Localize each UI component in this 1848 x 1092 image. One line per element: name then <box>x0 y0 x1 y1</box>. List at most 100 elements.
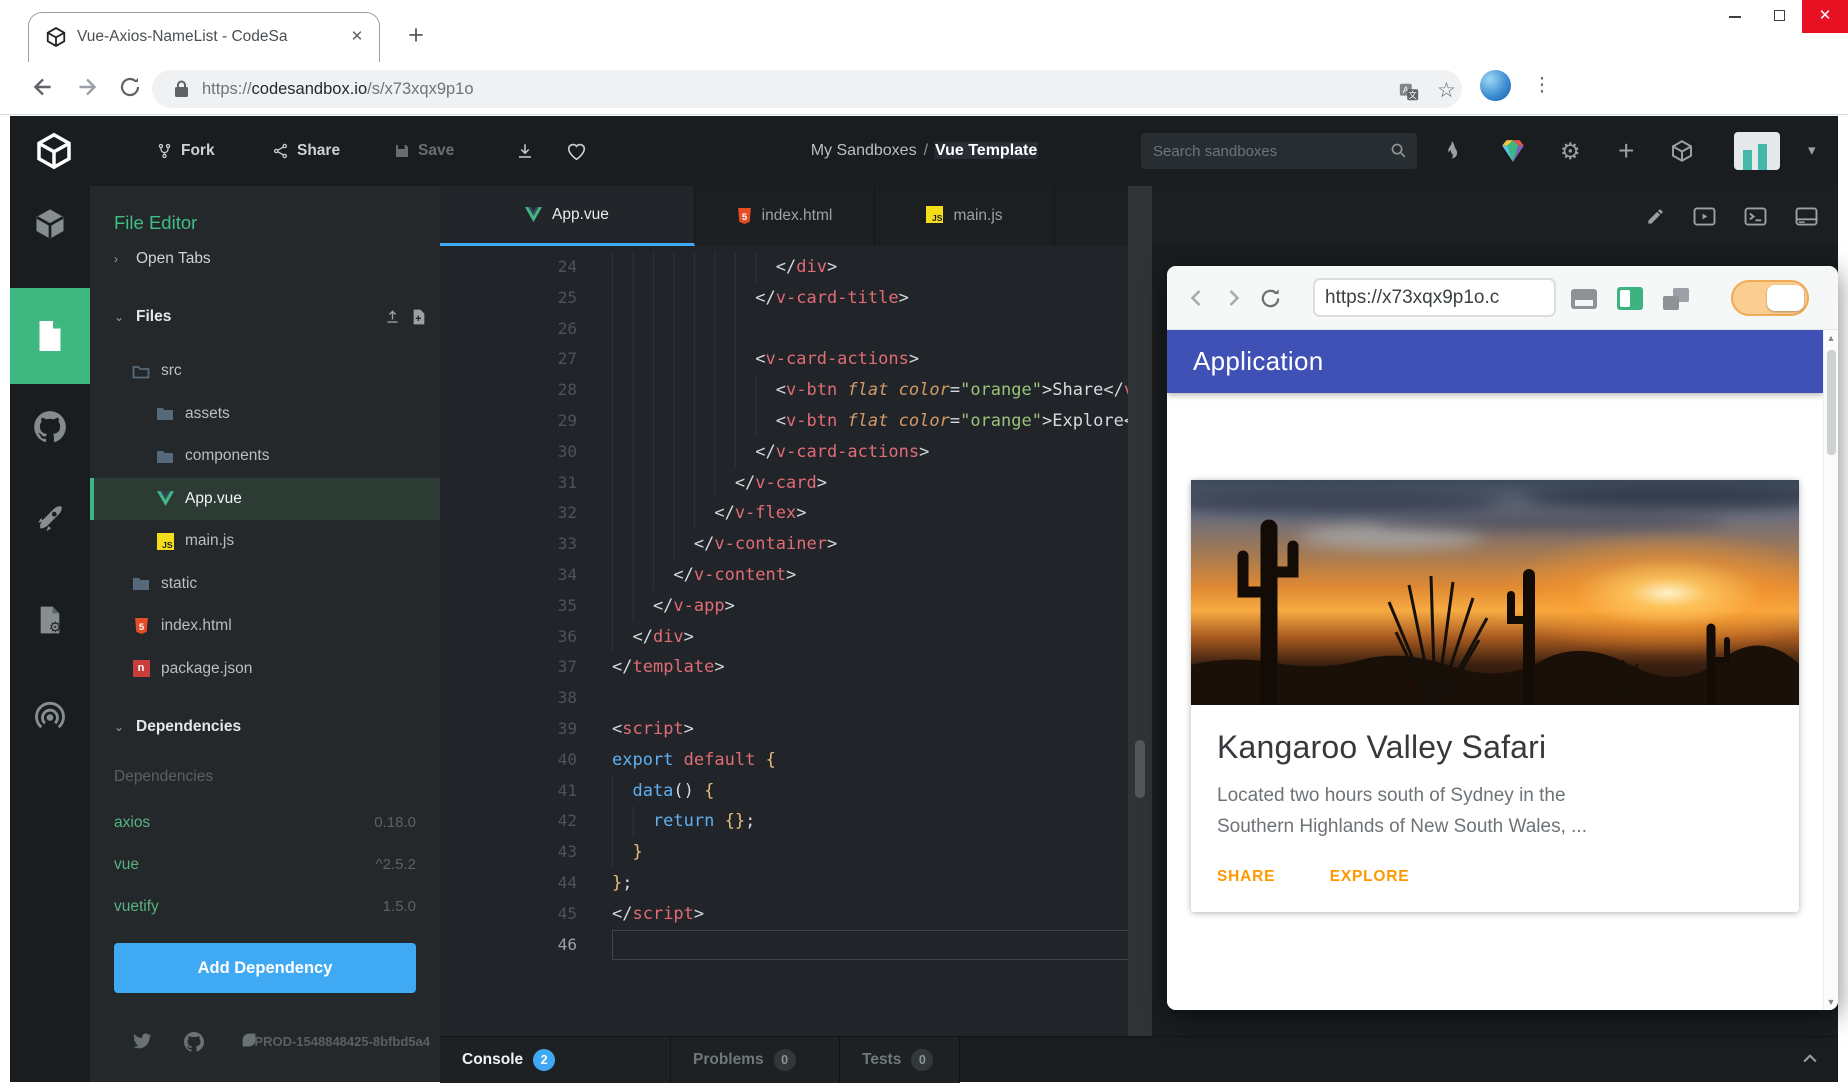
files-section[interactable]: ⌄ Files <box>90 302 440 332</box>
file-tree-item-src[interactable]: src <box>90 350 440 393</box>
devtools-tab-tests[interactable]: Tests0 <box>840 1037 960 1083</box>
code-line[interactable]: 29<v-btn flat color="orange">Explore</v-… <box>440 406 1138 437</box>
new-sandbox-plus-icon[interactable]: + <box>1618 116 1634 186</box>
live-preview-toggle[interactable] <box>1731 280 1809 316</box>
file-tree-item-assets[interactable]: assets <box>90 393 440 436</box>
code-line[interactable]: 33</v-container> <box>440 529 1138 560</box>
download-icon[interactable] <box>516 116 534 186</box>
code-line[interactable]: 28<v-btn flat color="orange">Share</v-bt… <box>440 375 1138 406</box>
translate-icon[interactable]: A文 <box>1398 81 1420 103</box>
preview-forward-icon[interactable] <box>1221 285 1245 311</box>
code-line[interactable]: 24</div> <box>440 252 1138 283</box>
sidebar-item-sandbox-config[interactable]: ⚙ <box>10 604 90 636</box>
search-input[interactable] <box>1153 133 1373 169</box>
reload-icon[interactable] <box>118 75 146 103</box>
terminal-icon[interactable] <box>1744 207 1767 226</box>
file-tree-item-index.html[interactable]: 5index.html <box>90 605 440 648</box>
github-icon[interactable] <box>182 1030 206 1054</box>
new-tab-button[interactable]: + <box>400 20 432 52</box>
back-icon[interactable] <box>30 74 58 102</box>
code-line[interactable]: 44}; <box>440 868 1138 899</box>
settings-gear-icon[interactable]: ⚙ <box>1560 116 1581 186</box>
code-line[interactable]: 35</v-app> <box>440 591 1138 622</box>
code-line[interactable]: 32</v-flex> <box>440 498 1138 529</box>
code-line[interactable]: 26 <box>440 314 1138 345</box>
split-view-icon[interactable] <box>1617 287 1643 310</box>
forward-icon[interactable] <box>74 74 102 102</box>
share-card-button[interactable]: SHARE <box>1207 860 1285 894</box>
user-avatar[interactable] <box>1734 132 1780 170</box>
code-line[interactable]: 37</template> <box>440 652 1138 683</box>
share-button[interactable]: Share <box>272 116 340 186</box>
dependency-row-axios[interactable]: axios0.18.0 <box>90 802 440 844</box>
split-resizer[interactable] <box>1128 186 1152 1036</box>
breadcrumb[interactable]: My Sandboxes/Vue Template <box>811 116 1038 186</box>
scroll-thumb[interactable] <box>1827 350 1836 455</box>
add-dependency-button[interactable]: Add Dependency <box>114 943 416 993</box>
code-line[interactable]: 45</script> <box>440 899 1138 930</box>
code-line[interactable]: 40export default { <box>440 745 1138 776</box>
preview-scrollbar[interactable]: ▲ ▼ <box>1823 330 1838 1010</box>
sidebar-item-github[interactable] <box>10 408 90 446</box>
open-preview-icon[interactable] <box>1693 207 1716 226</box>
window-close-button[interactable]: ✕ <box>1802 0 1848 33</box>
file-tree-item-components[interactable]: components <box>90 435 440 478</box>
dependency-name[interactable]: vue <box>114 844 139 886</box>
code-line[interactable]: 27<v-card-actions> <box>440 344 1138 375</box>
preview-back-icon[interactable] <box>1185 285 1209 311</box>
editor-tab-index.html[interactable]: 5index.html <box>695 186 875 246</box>
code-line[interactable]: 41data() { <box>440 776 1138 807</box>
breadcrumb-parent[interactable]: My Sandboxes <box>811 142 917 159</box>
prettify-pencil-icon[interactable] <box>1646 207 1665 226</box>
preview-url-input[interactable] <box>1313 278 1556 317</box>
editor-tab-main.js[interactable]: JSmain.js <box>875 186 1055 246</box>
codesandbox-logo[interactable] <box>34 131 74 171</box>
code-line[interactable]: 30</v-card-actions> <box>440 437 1138 468</box>
file-tree-item-main.js[interactable]: JSmain.js <box>90 520 440 563</box>
twitter-icon[interactable] <box>130 1030 153 1050</box>
editor-tab-App.vue[interactable]: App.vue <box>440 186 695 246</box>
code-line[interactable]: 31</v-card> <box>440 468 1138 499</box>
tab-close-icon[interactable]: ✕ <box>345 25 369 49</box>
code-line[interactable]: 36</div> <box>440 622 1138 653</box>
sidebar-item-file-editor[interactable] <box>10 288 90 384</box>
window-maximize-button[interactable] <box>1757 0 1802 33</box>
sidebar-item-project-info[interactable] <box>10 206 90 242</box>
patron-gem-icon[interactable] <box>1500 116 1526 186</box>
hot-sandboxes-flame-icon[interactable] <box>1442 116 1461 186</box>
sidebar-item-deployment-rocket[interactable] <box>10 502 90 536</box>
file-tree-item-package.json[interactable]: npackage.json <box>90 648 440 691</box>
sidebar-item-live[interactable] <box>10 698 90 734</box>
panel-title[interactable]: File Editor <box>114 212 197 234</box>
save-button[interactable]: Save <box>394 116 454 186</box>
browser-menu-icon[interactable]: ⋮ <box>1532 70 1552 101</box>
code-line[interactable]: 25</v-card-title> <box>440 283 1138 314</box>
dependency-name[interactable]: vuetify <box>114 886 159 928</box>
code-line[interactable]: 43} <box>440 837 1138 868</box>
dependency-row-vuetify[interactable]: vuetify1.5.0 <box>90 886 440 928</box>
code-line[interactable]: 42return {}; <box>440 806 1138 837</box>
devtools-tab-console[interactable]: Console2 <box>440 1037 671 1083</box>
preview-url-field[interactable] <box>1313 278 1556 317</box>
open-tabs-section[interactable]: › Open Tabs <box>90 244 440 274</box>
code-line[interactable]: 34</v-content> <box>440 560 1138 591</box>
dashboard-cube-icon[interactable] <box>1670 116 1694 186</box>
expand-console-chevron-icon[interactable] <box>1800 1049 1820 1069</box>
resizer-handle[interactable] <box>1135 740 1145 798</box>
browser-tab[interactable]: Vue-Axios-NameList - CodeSa ✕ <box>28 12 380 62</box>
search-box[interactable] <box>1141 133 1417 169</box>
explore-card-button[interactable]: EXPLORE <box>1320 860 1420 894</box>
dependency-row-vue[interactable]: vue^2.5.2 <box>90 844 440 886</box>
dependencies-section[interactable]: ⌄ Dependencies <box>90 712 440 742</box>
code-line[interactable]: 38 <box>440 683 1138 714</box>
preview-reload-icon[interactable] <box>1259 287 1282 310</box>
window-minimize-button[interactable] <box>1712 0 1757 33</box>
url-bar[interactable]: https://codesandbox.io/s/x73xqx9p1o A文 ☆ <box>152 70 1462 108</box>
scroll-down-arrow-icon[interactable]: ▼ <box>1824 997 1838 1007</box>
browser-view-icon[interactable] <box>1571 289 1597 309</box>
scroll-up-arrow-icon[interactable]: ▲ <box>1824 333 1838 343</box>
file-tree-item-App.vue[interactable]: App.vue <box>90 478 440 521</box>
new-window-icon[interactable] <box>1663 288 1689 310</box>
new-file-icon[interactable] <box>412 309 426 325</box>
user-menu-caret-icon[interactable]: ▾ <box>1808 116 1816 186</box>
